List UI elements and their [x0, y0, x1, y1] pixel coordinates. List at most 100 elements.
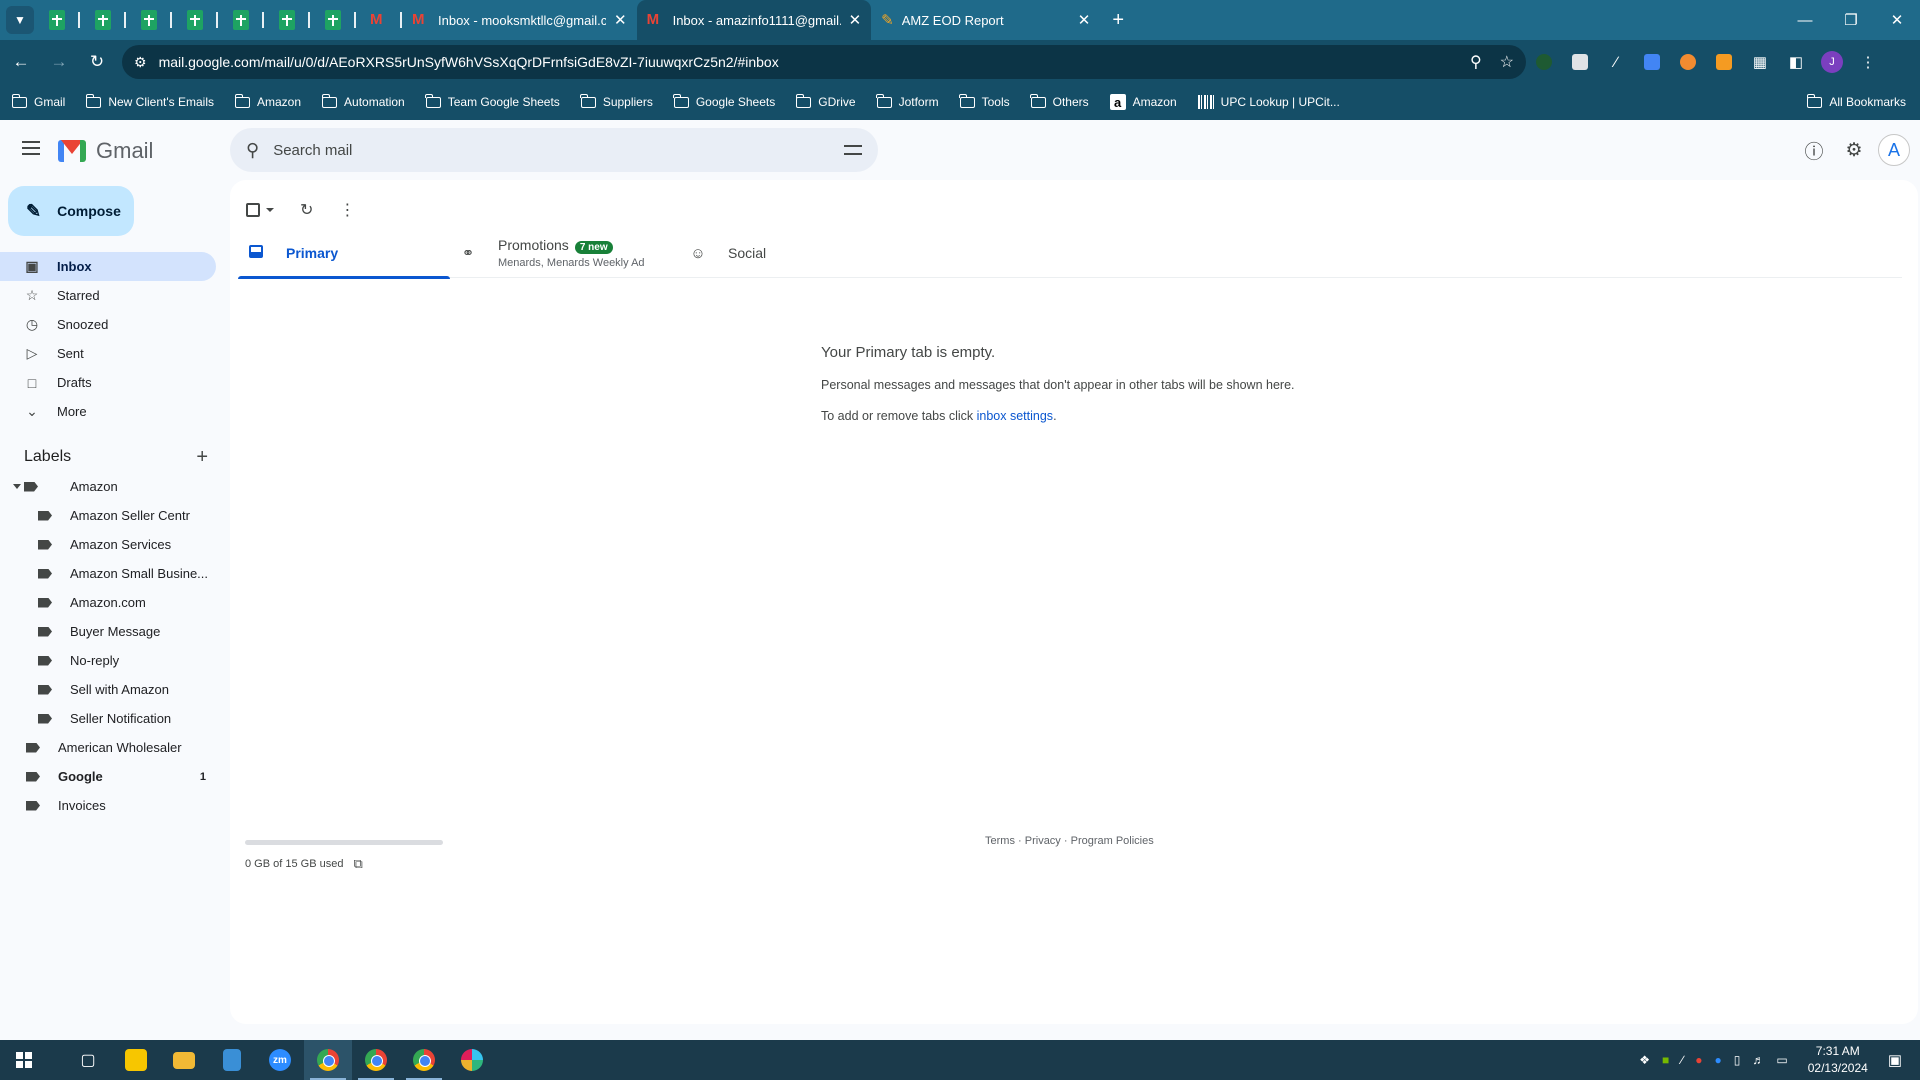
open-external-icon[interactable]: ⧉ [353, 856, 362, 872]
terms-link[interactable]: Terms [985, 835, 1015, 847]
back-icon[interactable]: ← [4, 45, 38, 79]
program-policies-link[interactable]: Program Policies [1071, 835, 1154, 847]
browser-tab[interactable]: ✎ AMZ EOD Report ✕ [871, 0, 1100, 40]
pen-tray-icon[interactable]: ∕ [1681, 1053, 1683, 1067]
forward-icon[interactable]: → [42, 45, 76, 79]
label-child[interactable]: Amazon.com [0, 588, 216, 617]
chrome-window-3-icon[interactable] [400, 1040, 448, 1080]
tab-promotions[interactable]: ⚭ Promotions 7 new Menards, Menards Weekl… [450, 228, 680, 278]
pinned-tab-sheets-3[interactable] [126, 0, 172, 40]
nvidia-icon[interactable]: ■ [1662, 1053, 1669, 1067]
browser-tab-active[interactable]: Inbox - amazinfo1111@gmail.com ✕ [636, 0, 872, 40]
volume-icon[interactable]: ♬ [1752, 1053, 1764, 1067]
collapse-caret-icon[interactable] [13, 484, 21, 489]
zoom-app-icon[interactable]: zm [256, 1040, 304, 1080]
label-google[interactable]: Google 1 [0, 762, 216, 791]
pinned-tab-sheets-7[interactable] [310, 0, 356, 40]
compose-button[interactable]: ✎ Compose [8, 186, 134, 236]
tab-social[interactable]: ☺ Social [680, 228, 892, 278]
pinned-tab-sheets-4[interactable] [172, 0, 218, 40]
browser-menu-icon[interactable]: ⋮ [1850, 45, 1886, 79]
profile-button[interactable]: J [1814, 45, 1850, 79]
task-view-icon[interactable]: ▢ [64, 1040, 112, 1080]
minimize-icon[interactable]: — [1782, 0, 1828, 40]
gmail-logo[interactable]: Gmail [58, 138, 153, 164]
label-american-wholesaler[interactable]: American Wholesaler [0, 733, 216, 762]
chrome-window-1-icon[interactable] [304, 1040, 352, 1080]
extension-pen-icon[interactable]: ∕ [1598, 45, 1634, 79]
address-bar[interactable]: ⚙ mail.google.com/mail/u/0/d/AEoRXRS5rUn… [122, 45, 1526, 79]
reload-icon[interactable]: ↻ [80, 45, 114, 79]
extension-orange-circle-icon[interactable] [1670, 45, 1706, 79]
bookmark-gdrive[interactable]: GDrive [795, 93, 856, 109]
pinned-tab-gmail[interactable] [356, 0, 402, 40]
nav-item-snoozed[interactable]: ◷ Snoozed [0, 310, 216, 339]
site-info-icon[interactable]: ⚙ [134, 54, 147, 71]
label-child[interactable]: Amazon Services [0, 530, 216, 559]
settings-gear-icon[interactable]: ⚙ [1834, 130, 1874, 170]
account-avatar[interactable]: A [1878, 134, 1910, 166]
close-icon[interactable]: ✕ [849, 11, 862, 29]
bookmark-automation[interactable]: Automation [321, 93, 405, 109]
browser-tab[interactable]: Inbox - mooksmktllc@gmail.com ✕ [402, 0, 637, 40]
nav-item-starred[interactable]: ☆ Starred [0, 281, 216, 310]
sticky-notes-icon[interactable] [112, 1040, 160, 1080]
label-amazon[interactable]: Amazon [0, 472, 216, 501]
file-explorer-icon[interactable] [160, 1040, 208, 1080]
bookmark-tools[interactable]: Tools [959, 93, 1010, 109]
windows-start-icon[interactable] [16, 1052, 32, 1068]
nav-item-sent[interactable]: ▷ Sent [0, 339, 216, 368]
pinned-tab-sheets-2[interactable] [80, 0, 126, 40]
label-child[interactable]: Amazon Seller Centr [0, 501, 216, 530]
label-child[interactable]: Sell with Amazon [0, 675, 216, 704]
bookmark-new-clients-emails[interactable]: New Client's Emails [85, 93, 214, 109]
chrome-window-2-icon[interactable] [352, 1040, 400, 1080]
bookmark-google-sheets[interactable]: Google Sheets [673, 93, 775, 109]
extension-off-icon[interactable] [1562, 45, 1598, 79]
network-icon[interactable]: ▭ [1776, 1053, 1787, 1067]
extensions-puzzle-icon[interactable]: ▦ [1742, 45, 1778, 79]
bookmark-jotform[interactable]: Jotform [876, 93, 939, 109]
refresh-icon[interactable]: ↻ [300, 200, 313, 220]
side-panel-icon[interactable]: ◧ [1778, 45, 1814, 79]
bookmark-star-icon[interactable]: ☆ [1500, 52, 1514, 72]
slack-icon[interactable] [448, 1040, 496, 1080]
privacy-link[interactable]: Privacy [1025, 835, 1061, 847]
select-dropdown-icon[interactable] [266, 208, 274, 212]
restore-icon[interactable]: ❐ [1828, 0, 1874, 40]
pinned-tab-sheets-1[interactable] [34, 0, 80, 40]
more-options-icon[interactable]: ⋮ [339, 200, 355, 220]
tab-search-icon[interactable]: ▼ [6, 6, 34, 34]
notifications-icon[interactable]: ▣ [1888, 1051, 1902, 1069]
search-icon[interactable]: ⚲ [246, 140, 259, 161]
clock[interactable]: 7:31 AM 02/13/2024 [1808, 1043, 1868, 1077]
extension-icon[interactable] [1526, 45, 1562, 79]
close-icon[interactable]: ✕ [1078, 11, 1091, 29]
label-invoices[interactable]: Invoices [0, 791, 216, 820]
calculator-icon[interactable] [208, 1040, 256, 1080]
select-all-checkbox[interactable] [246, 203, 260, 217]
bookmark-others[interactable]: Others [1030, 93, 1089, 109]
tab-primary[interactable]: Primary [238, 228, 450, 279]
bookmark-amazon-folder[interactable]: Amazon [234, 93, 301, 109]
pinned-tab-sheets-5[interactable] [218, 0, 264, 40]
new-tab-button[interactable]: + [1112, 9, 1124, 32]
zoom-tray-icon[interactable]: ● [1715, 1053, 1722, 1067]
bookmark-amazon-site[interactable]: a Amazon [1109, 94, 1177, 110]
extension-puzzle-blue-icon[interactable] [1634, 45, 1670, 79]
nav-item-more[interactable]: ⌄ More [0, 397, 216, 426]
add-label-icon[interactable]: + [196, 446, 208, 469]
bookmark-suppliers[interactable]: Suppliers [580, 93, 653, 109]
zoom-icon[interactable]: ⚲ [1470, 52, 1482, 72]
main-menu-icon[interactable] [22, 141, 40, 155]
label-child[interactable]: Amazon Small Busine... [0, 559, 216, 588]
close-icon[interactable]: ✕ [614, 11, 627, 29]
close-window-icon[interactable]: ✕ [1874, 0, 1920, 40]
slack-tray-icon[interactable]: ❖ [1639, 1053, 1650, 1067]
pinned-tab-sheets-6[interactable] [264, 0, 310, 40]
bookmark-upc-lookup[interactable]: UPC Lookup | UPCit... [1197, 95, 1340, 109]
all-bookmarks[interactable]: All Bookmarks [1806, 84, 1906, 120]
search-options-icon[interactable] [844, 143, 862, 157]
label-child[interactable]: Buyer Message [0, 617, 216, 646]
extension-js-icon[interactable] [1706, 45, 1742, 79]
